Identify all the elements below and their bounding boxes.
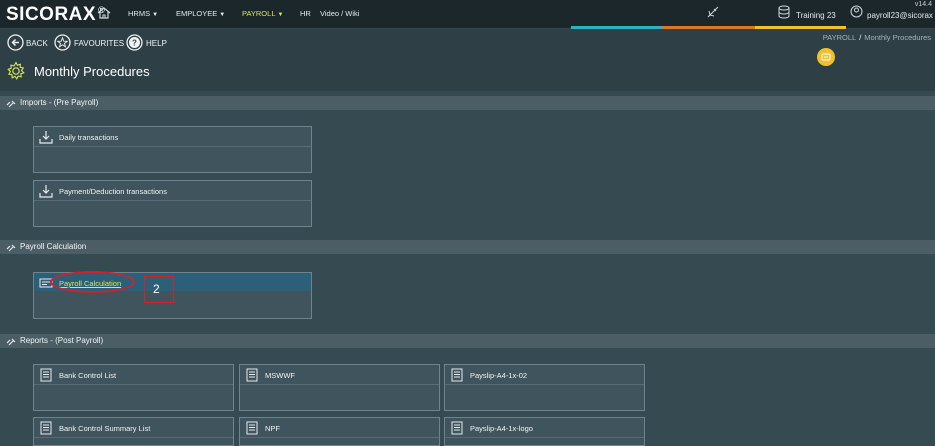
card-label[interactable]: Payslip-A4-1x-logo [470, 424, 533, 433]
nav-video-wiki[interactable]: Video / Wiki [320, 9, 359, 18]
satellite-icon[interactable] [706, 5, 720, 19]
favourites-button[interactable]: FAVOURITES [74, 39, 124, 48]
breadcrumb-root[interactable]: PAYROLL [823, 33, 857, 42]
document-icon [246, 368, 258, 382]
top-navbar: SICORAX ® HRMS ▼ EMPLOYEE ▼ PAYROLL ▼ HR Vid… [0, 0, 935, 28]
card-payslip-a4-1x-logo[interactable]: Payslip-A4-1x-logo [444, 417, 645, 446]
section-header-reports[interactable]: Reports - (Post Payroll) [0, 334, 935, 348]
card-divider [240, 437, 439, 438]
card-divider [240, 384, 439, 385]
card-label[interactable]: Payment/Deduction transactions [59, 187, 167, 196]
section-title: Reports - (Post Payroll) [20, 336, 104, 345]
card-label[interactable]: Payslip-A4-1x-02 [470, 371, 527, 380]
nav-hrms[interactable]: HRMS ▼ [128, 9, 158, 18]
breadcrumb: PAYROLL / Monthly Procedures [822, 33, 931, 42]
card-label[interactable]: MSWWF [265, 371, 295, 380]
card-divider [34, 200, 311, 201]
download-icon [39, 185, 53, 198]
svg-text:?: ? [132, 39, 137, 48]
help-icon[interactable]: ? [126, 34, 143, 51]
document-icon [40, 421, 52, 435]
back-button[interactable]: BACK [26, 39, 48, 48]
download-icon [39, 131, 53, 144]
card-daily-transactions[interactable]: Daily transactions [33, 126, 312, 173]
card-label[interactable]: Bank Control List [59, 371, 116, 380]
annotation-ellipse [50, 271, 135, 293]
card-bank-control-summary-list[interactable]: Bank Control Summary List [33, 417, 234, 446]
document-icon [246, 421, 258, 435]
section-header-imports[interactable]: Imports - (Pre Payroll) [0, 96, 935, 110]
section-title: Payroll Calculation [20, 242, 87, 251]
card-divider [445, 437, 644, 438]
document-icon [40, 368, 52, 382]
breadcrumb-current: Monthly Procedures [864, 33, 931, 42]
section-title: Imports - (Pre Payroll) [20, 98, 99, 107]
notification-badge-icon[interactable] [817, 48, 835, 66]
card-divider [34, 146, 311, 147]
database-name[interactable]: Training 23 [796, 11, 836, 20]
back-arrow-icon[interactable] [7, 34, 24, 51]
card-payslip-a4-1x-02[interactable]: Payslip-A4-1x-02 [444, 364, 645, 411]
card-divider [34, 384, 233, 385]
home-icon[interactable] [96, 5, 112, 21]
document-icon [451, 421, 463, 435]
user-name[interactable]: payroll23@sicorax [867, 11, 933, 20]
page-title: Monthly Procedures [34, 64, 150, 79]
link-icon [6, 100, 16, 108]
section-header-payroll-calculation[interactable]: Payroll Calculation [0, 240, 935, 254]
card-npf[interactable]: NPF [239, 417, 440, 446]
link-icon [6, 244, 16, 252]
card-label[interactable]: Daily transactions [59, 133, 118, 142]
gear-icon [7, 61, 25, 80]
app-logo[interactable]: SICORAX ® [6, 4, 105, 26]
card-payment-deduction-transactions[interactable]: Payment/Deduction transactions [33, 180, 312, 227]
card-bank-control-list[interactable]: Bank Control List [33, 364, 234, 411]
app-version: v14.4 [914, 1, 932, 8]
card-label[interactable]: NPF [265, 424, 280, 433]
help-button[interactable]: HELP [146, 39, 167, 48]
star-icon[interactable] [54, 34, 71, 51]
card-divider [34, 437, 233, 438]
link-icon [6, 338, 16, 346]
nav-employee[interactable]: EMPLOYEE ▼ [176, 9, 225, 18]
user-circle-icon[interactable] [850, 5, 863, 18]
database-icon [778, 5, 790, 19]
nav-hr[interactable]: HR [300, 9, 311, 18]
card-divider [445, 384, 644, 385]
card-label[interactable]: Bank Control Summary List [59, 424, 150, 433]
document-icon [451, 368, 463, 382]
card-mswwf[interactable]: MSWWF [239, 364, 440, 411]
annotation-number: 2 [153, 282, 160, 296]
nav-payroll[interactable]: PAYROLL ▼ [242, 9, 283, 18]
